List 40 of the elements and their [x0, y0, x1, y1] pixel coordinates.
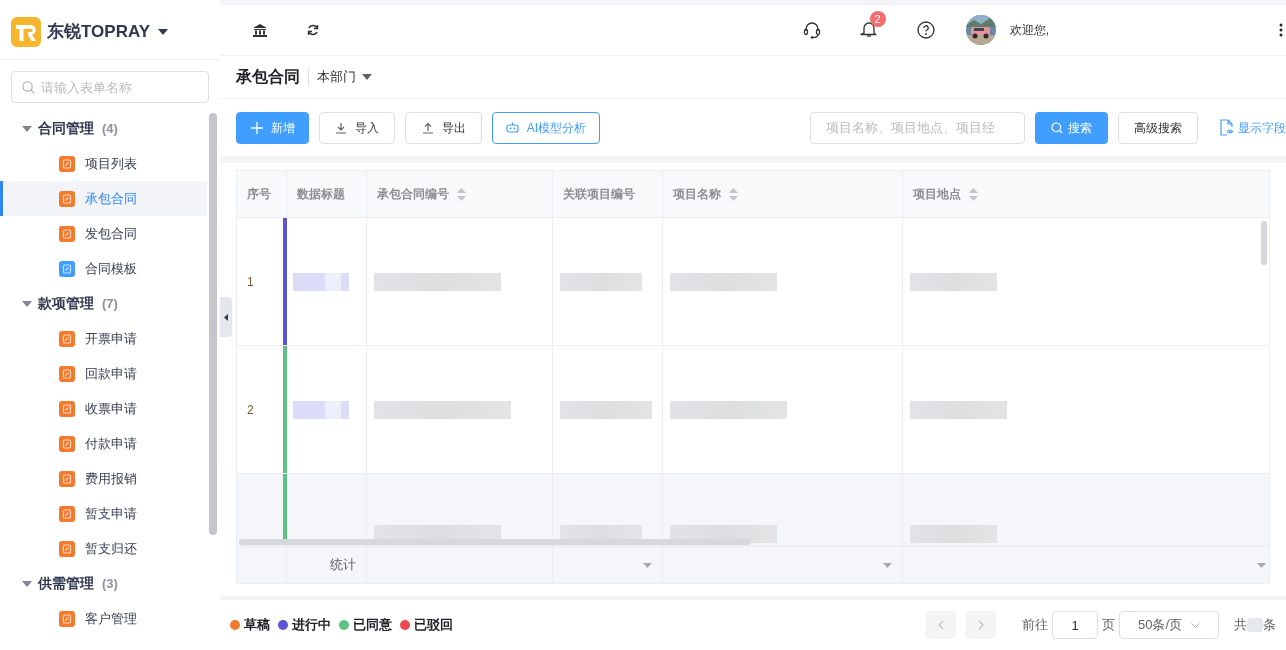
tree-item[interactable]: 发包合同 [0, 216, 207, 251]
legend-label: 草稿 [244, 616, 270, 635]
total-label: 条 [1263, 616, 1276, 635]
notification-badge: 2 [869, 11, 886, 27]
search-field[interactable]: 项目名称、项目地点、项目经 [810, 111, 1025, 144]
tree-group[interactable]: 合同管理 (4) [0, 111, 207, 146]
page-title: 承包合同 [236, 67, 300, 87]
row-number: 2 [246, 401, 254, 419]
page-size-select[interactable]: 50条/页 [1119, 611, 1219, 639]
toolbar-button[interactable]: 导入 [319, 111, 395, 144]
tree-group[interactable]: 款项管理 (7) [0, 286, 207, 321]
legend-label: 已同意 [353, 616, 392, 635]
welcome-text: 欢迎您, [1009, 22, 1049, 39]
tree-item[interactable]: 付款申请 [0, 426, 207, 461]
row-number: 1 [246, 273, 254, 291]
total-label: 共 [1234, 616, 1247, 635]
legend-label: 已驳回 [414, 616, 453, 635]
tree-item[interactable]: 回款申请 [0, 356, 207, 391]
tree-item[interactable]: 收票申请 [0, 391, 207, 426]
tree-item[interactable]: 开票申请 [0, 321, 207, 356]
page-input[interactable]: 1 [1052, 611, 1098, 639]
table-row[interactable]: 2 [237, 346, 1269, 474]
tree-item[interactable]: 承包合同 [0, 181, 207, 216]
tree-item[interactable]: 暂支归还 [0, 531, 207, 566]
goto-label: 前往 [1022, 616, 1048, 635]
tree-item[interactable]: 合同模板 [0, 251, 207, 286]
table-row[interactable]: 1 [237, 218, 1269, 346]
search-field[interactable]: 请输入表单名称 [11, 71, 209, 103]
legend-label: 进行中 [292, 616, 331, 635]
scope-dropdown[interactable]: 本部门 [317, 67, 372, 87]
tree-item[interactable]: 费用报销 [0, 461, 207, 496]
toolbar-button[interactable]: 导出 [405, 111, 482, 144]
tree-item[interactable]: 项目列表 [0, 146, 207, 181]
tree-item[interactable]: 客户管理 [0, 601, 207, 636]
advanced-search-button[interactable]: 高级搜索 [1118, 111, 1198, 144]
tree-item[interactable]: 暂支申请 [0, 496, 207, 531]
summary-label: 统计 [330, 556, 356, 575]
tree-group[interactable]: 供需管理 (3) [0, 566, 207, 601]
page-label: 页 [1102, 616, 1115, 635]
brand-name: 东锐TOPRAY [47, 21, 150, 44]
